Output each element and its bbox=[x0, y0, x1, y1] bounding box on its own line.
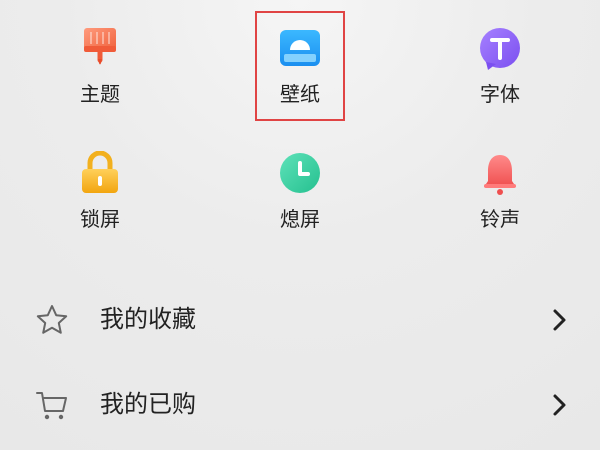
list-item-label: 我的收藏 bbox=[100, 305, 196, 333]
wallpaper-icon bbox=[280, 30, 320, 66]
feature-grid: 主题 壁纸 字体 锁屏 熄屏 铃声 bbox=[0, 0, 600, 260]
chevron-right-icon bbox=[553, 309, 566, 331]
clock-icon bbox=[280, 153, 320, 193]
tile-label: 壁纸 bbox=[280, 82, 320, 106]
tile-label: 字体 bbox=[480, 82, 520, 106]
list-item-favorites[interactable]: 我的收藏 bbox=[0, 285, 600, 355]
tile-label: 主题 bbox=[80, 82, 120, 106]
tile-lockscreen[interactable]: 锁屏 bbox=[40, 125, 160, 235]
tile-font[interactable]: 字体 bbox=[440, 0, 560, 110]
tile-ringtone[interactable]: 铃声 bbox=[440, 125, 560, 235]
tile-label: 锁屏 bbox=[80, 207, 120, 231]
lock-icon bbox=[82, 151, 118, 193]
tile-label: 铃声 bbox=[480, 207, 520, 231]
tile-screen-off[interactable]: 熄屏 bbox=[240, 125, 360, 235]
tile-wallpaper[interactable]: 壁纸 bbox=[240, 0, 360, 110]
tile-theme[interactable]: 主题 bbox=[40, 0, 160, 110]
chevron-right-icon bbox=[553, 394, 566, 416]
star-icon bbox=[36, 305, 68, 334]
list-item-purchased[interactable]: 我的已购 bbox=[0, 370, 600, 440]
paintbrush-icon bbox=[84, 28, 116, 65]
theme-store-page: 主题 壁纸 字体 锁屏 熄屏 铃声 我的收藏 我的已购 bbox=[0, 0, 600, 450]
cart-icon bbox=[36, 392, 67, 420]
list-item-label: 我的已购 bbox=[100, 390, 196, 418]
bell-icon bbox=[484, 155, 516, 195]
font-icon bbox=[480, 28, 520, 70]
tile-label: 熄屏 bbox=[280, 207, 320, 231]
